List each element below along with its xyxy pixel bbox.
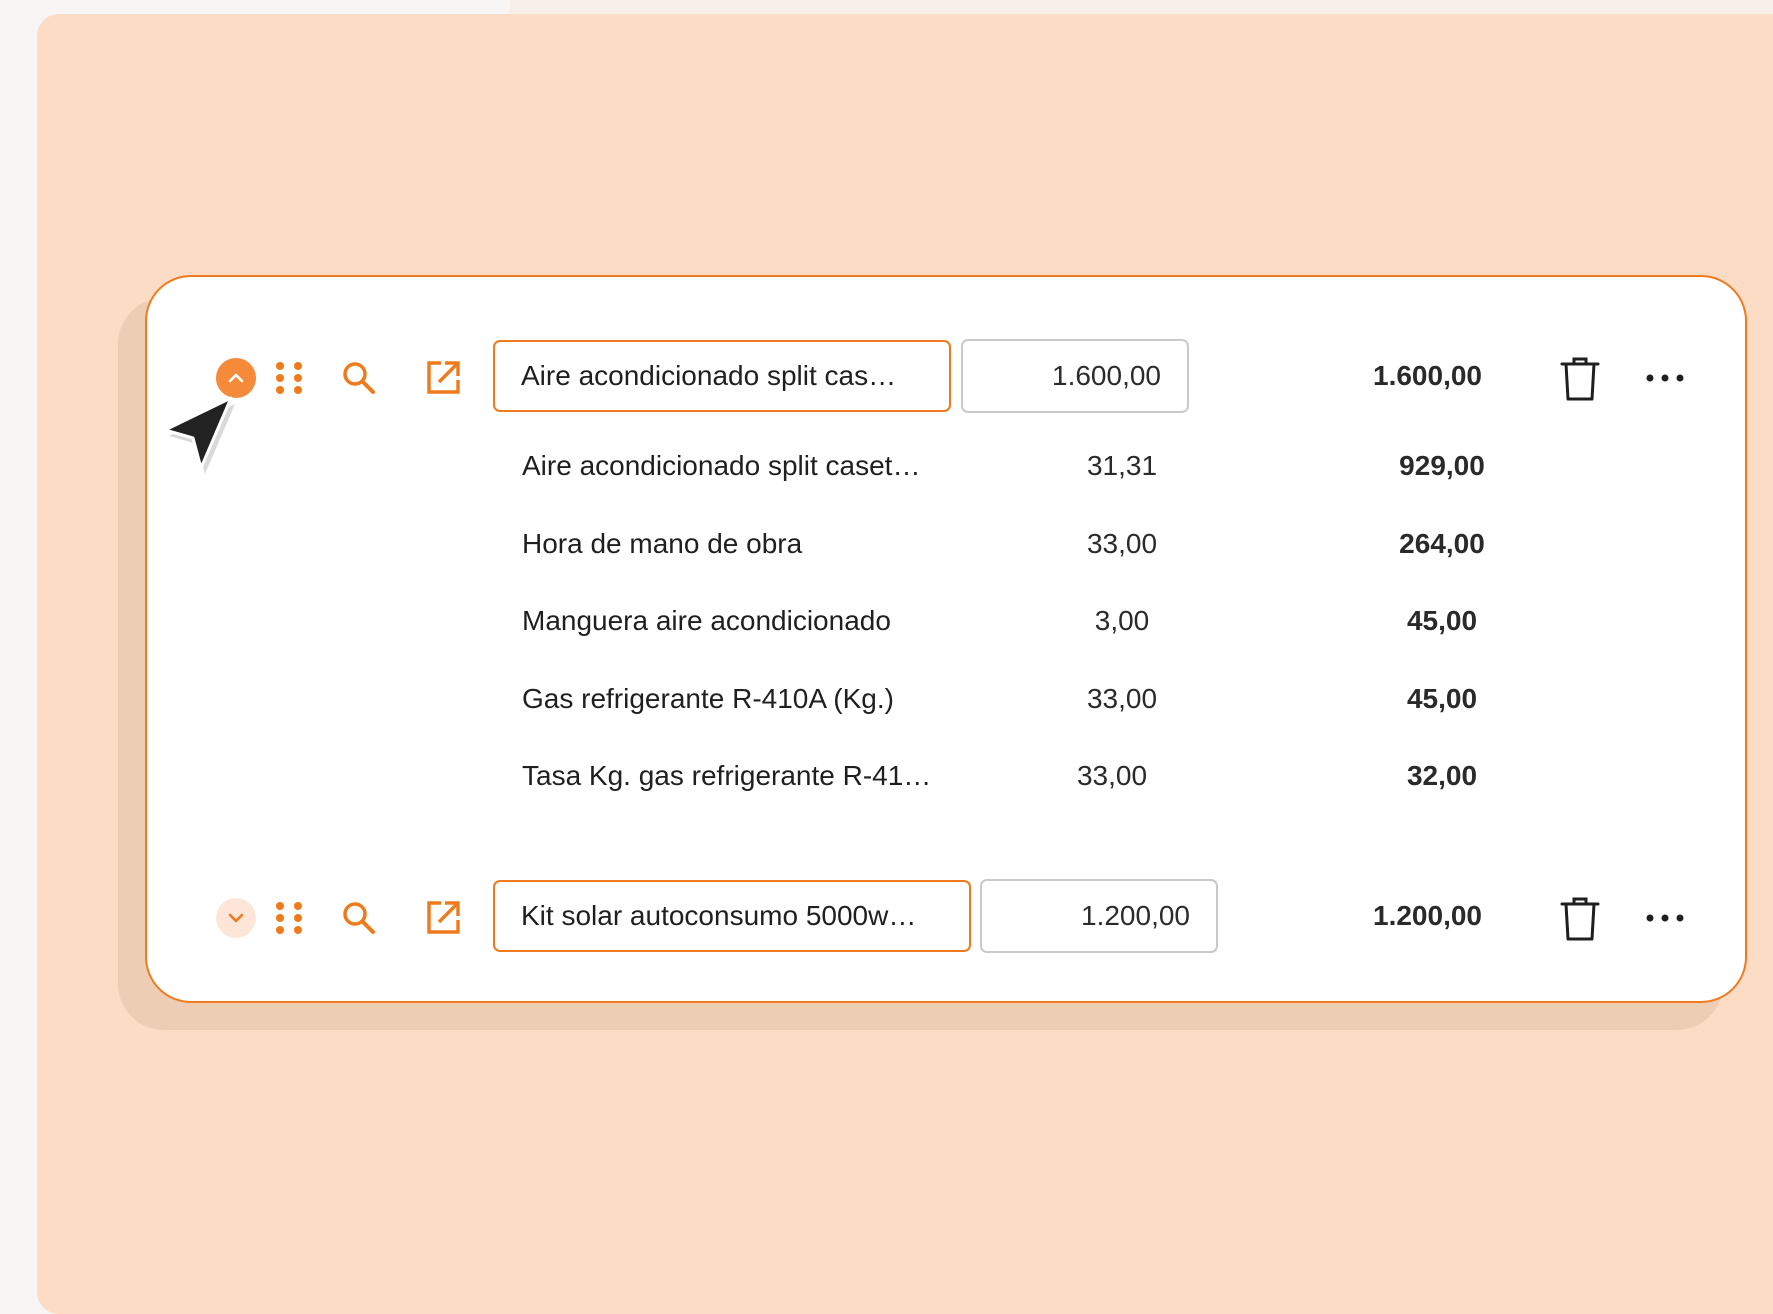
top-tab-strip [510,0,1773,14]
component-total: 264,00 [1399,528,1485,559]
search-icon [343,902,375,934]
open-external-icon [427,361,460,394]
line-items-card: Aire acondicionado split cas… 1.600,00 1… [145,275,1747,1003]
item-total: 1.200,00 [1373,900,1482,931]
component-total: 929,00 [1399,450,1485,481]
line-item-row: Aire acondicionado split cas… 1.600,00 1… [147,339,1745,416]
component-total: 45,00 [1406,683,1478,714]
line-item-row: Kit solar autoconsumo 5000w… 1.200,00 1.… [147,879,1745,956]
component-name: Hora de mano de obra [522,528,803,559]
component-quantity: 31,31 [1086,450,1158,481]
item-name-field[interactable]: Kit solar autoconsumo 5000w… [493,880,971,952]
drag-handle-icon[interactable] [275,358,303,398]
item-quantity-field[interactable]: 1.600,00 [961,339,1189,413]
component-total: 45,00 [1406,605,1478,636]
component-row: Hora de mano de obra 33,00 264,00 [147,528,1745,568]
search-icon [343,362,375,394]
open-external-icon [427,901,460,934]
item-total: 1.600,00 [1373,360,1482,391]
component-name: Manguera aire acondicionado [522,605,891,636]
more-horizontal-icon [1646,374,1684,382]
chevron-up-icon [228,373,244,383]
search-button[interactable] [337,896,381,940]
component-total: 32,00 [1406,760,1478,791]
expand-toggle-button[interactable] [216,898,256,938]
component-row: Gas refrigerante R-410A (Kg.) 33,00 45,0… [147,683,1745,723]
open-item-button[interactable] [421,356,465,400]
drag-handle-icon[interactable] [275,898,303,938]
component-row: Manguera aire acondicionado 3,00 45,00 [147,605,1745,645]
trash-icon [1560,357,1600,401]
component-quantity: 33,00 [1076,760,1148,791]
delete-button[interactable] [1555,354,1605,404]
open-item-button[interactable] [421,896,465,940]
more-horizontal-icon [1646,914,1684,922]
component-row: Aire acondicionado split caset… 31,31 92… [147,450,1745,490]
component-row: Tasa Kg. gas refrigerante R-41… 33,00 32… [147,760,1745,800]
component-quantity: 3,00 [1094,605,1150,636]
more-options-button[interactable] [1643,356,1687,400]
search-button[interactable] [337,356,381,400]
item-quantity-field[interactable]: 1.200,00 [980,879,1218,953]
component-name: Gas refrigerante R-410A (Kg.) [522,683,894,714]
more-options-button[interactable] [1643,896,1687,940]
trash-icon [1560,897,1600,941]
component-quantity: 33,00 [1086,683,1158,714]
component-quantity: 33,00 [1086,528,1158,559]
component-name: Tasa Kg. gas refrigerante R-41… [522,760,932,791]
component-name: Aire acondicionado split caset… [522,450,921,481]
mouse-cursor-icon [163,396,235,474]
chevron-down-icon [228,913,244,923]
delete-button[interactable] [1555,894,1605,944]
item-name-field[interactable]: Aire acondicionado split cas… [493,340,951,412]
